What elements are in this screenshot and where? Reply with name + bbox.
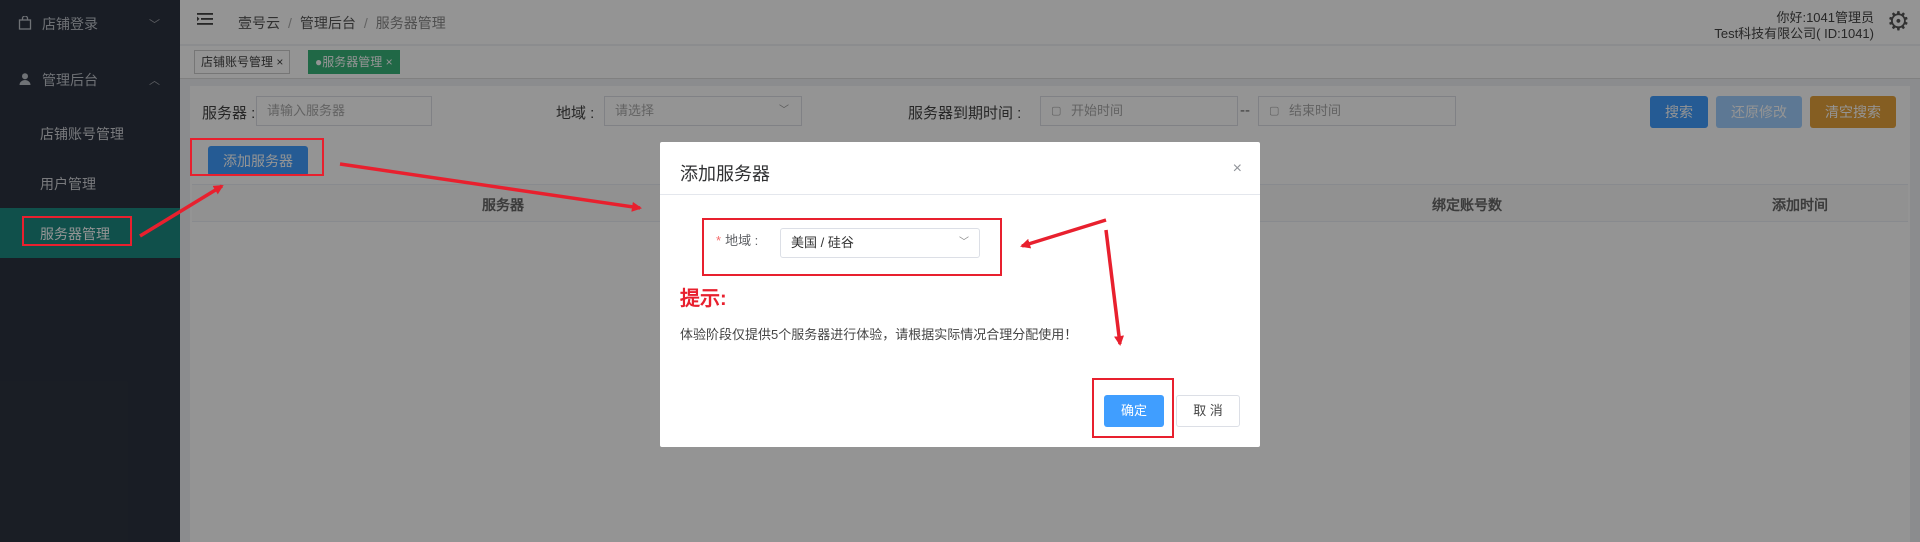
- annotation-arrows: [139, 162, 1124, 346]
- arrow-sidebar-to-add: [139, 184, 224, 238]
- arrow-to-confirm: [1104, 229, 1124, 346]
- arrow-to-region: [1020, 218, 1107, 249]
- arrow-add-to-dialog: [339, 162, 642, 212]
